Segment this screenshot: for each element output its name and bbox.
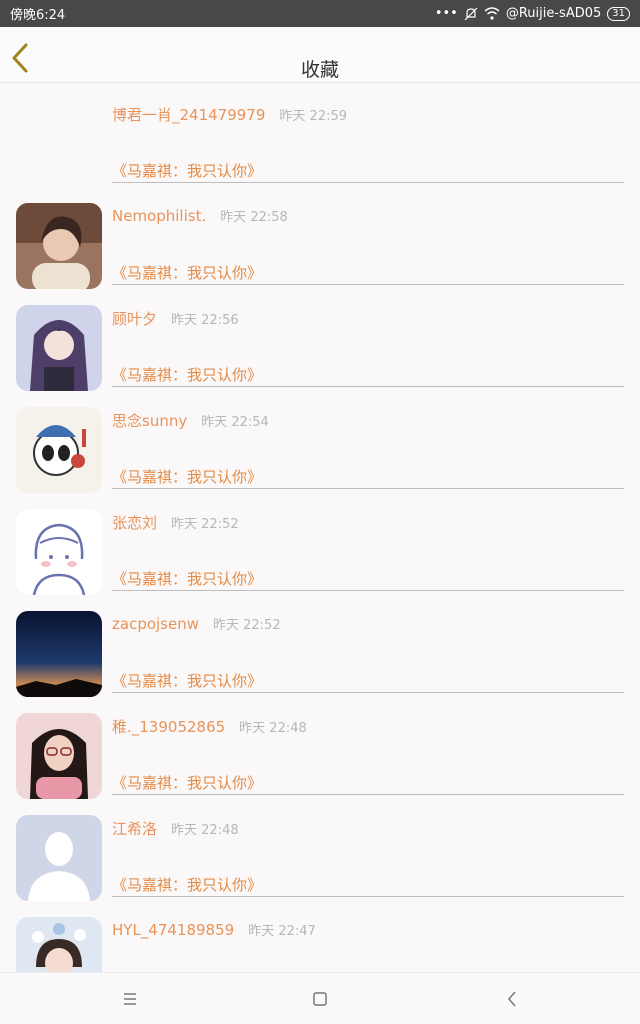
favorites-list[interactable]: 博君一肖_241479979 昨天 22:59 《马嘉祺：我只认你》 Nemoph… xyxy=(0,84,640,972)
avatar[interactable] xyxy=(16,713,102,799)
list-item[interactable]: HYL_474189859 昨天 22:47 xyxy=(0,900,640,972)
post-time: 昨天 22:52 xyxy=(213,618,281,633)
avatar-image xyxy=(16,917,102,972)
item-name-row: Nemophilist. 昨天 22:58 xyxy=(112,206,288,225)
avatar[interactable] xyxy=(16,815,102,901)
post-time: 昨天 22:48 xyxy=(171,823,239,838)
post-time: 昨天 22:47 xyxy=(248,924,316,939)
avatar-image xyxy=(16,611,102,697)
divider xyxy=(112,182,624,183)
wifi-icon xyxy=(484,7,500,20)
post-time: 昨天 22:48 xyxy=(239,721,307,736)
more-dots-icon: ••• xyxy=(434,6,458,21)
status-time: 傍晚6:24 xyxy=(10,8,66,23)
back-icon xyxy=(508,991,516,1007)
user-name[interactable]: Nemophilist. xyxy=(112,207,206,225)
item-name-row: 思念sunny 昨天 22:54 xyxy=(112,410,269,431)
item-name-row: 江希洛 昨天 22:48 xyxy=(112,818,239,839)
list-item[interactable]: 博君一肖_241479979 昨天 22:59 《马嘉祺：我只认你》 xyxy=(0,84,640,186)
item-name-row: HYL_474189859 昨天 22:47 xyxy=(112,920,316,939)
avatar-image xyxy=(16,305,102,391)
post-time: 昨天 22:58 xyxy=(220,210,288,225)
divider xyxy=(112,896,624,897)
story-link[interactable]: 《马嘉祺：我只认你》 xyxy=(112,160,262,181)
list-item[interactable]: Nemophilist. 昨天 22:58 《马嘉祺：我只认你》 xyxy=(0,186,640,289)
list-item[interactable]: 稚._139052865 昨天 22:48 《马嘉祺：我只认你》 xyxy=(0,696,640,799)
mute-bell-icon xyxy=(464,7,478,20)
avatar-image xyxy=(16,509,102,595)
menu-icon xyxy=(124,993,136,1005)
list-item[interactable]: 顾叶夕 昨天 22:56 《马嘉祺：我只认你》 xyxy=(0,288,640,391)
avatar[interactable] xyxy=(16,611,102,697)
post-time: 昨天 22:54 xyxy=(201,415,269,430)
header-bar: 收藏 xyxy=(0,27,640,83)
home-icon xyxy=(313,992,327,1006)
story-link[interactable]: 《马嘉祺：我只认你》 xyxy=(112,262,262,283)
item-name-row: zacpojsenw 昨天 22:52 xyxy=(112,614,281,633)
list-item[interactable]: 张恋刘 昨天 22:52 《马嘉祺：我只认你》 xyxy=(0,492,640,595)
home-button[interactable] xyxy=(308,987,332,1011)
post-time: 昨天 22:52 xyxy=(171,517,239,532)
user-name[interactable]: 稚._139052865 xyxy=(112,718,225,736)
user-name[interactable]: 思念sunny xyxy=(112,412,187,430)
avatar-image xyxy=(16,713,102,799)
post-time: 昨天 22:59 xyxy=(279,109,348,124)
status-bar: 傍晚6:24 ••• @Ruijie-sAD05 31 xyxy=(0,0,640,27)
item-name-row: 博君一肖_241479979 昨天 22:59 xyxy=(112,104,347,125)
page-title: 收藏 xyxy=(300,59,339,81)
item-name-row: 顾叶夕 昨天 22:56 xyxy=(112,308,239,329)
menu-button[interactable] xyxy=(118,987,142,1011)
divider xyxy=(112,794,624,795)
divider xyxy=(112,488,624,489)
story-link[interactable]: 《马嘉祺：我只认你》 xyxy=(112,670,262,691)
battery-icon: 31 xyxy=(607,6,630,21)
user-name[interactable]: HYL_474189859 xyxy=(112,921,234,939)
nav-back-button[interactable] xyxy=(500,987,524,1011)
user-name[interactable]: 张恋刘 xyxy=(112,514,157,532)
divider xyxy=(112,284,624,285)
story-link[interactable]: 《马嘉祺：我只认你》 xyxy=(112,466,262,487)
user-name[interactable]: 博君一肖_241479979 xyxy=(112,106,265,124)
user-name[interactable]: 顾叶夕 xyxy=(112,310,157,328)
list-item[interactable]: 思念sunny 昨天 22:54 《马嘉祺：我只认你》 xyxy=(0,390,640,493)
user-name[interactable]: zacpojsenw xyxy=(112,615,199,633)
avatar[interactable] xyxy=(16,509,102,595)
avatar-image xyxy=(16,407,102,493)
status-right: ••• @Ruijie-sAD05 31 xyxy=(435,6,630,21)
divider xyxy=(112,386,624,387)
item-name-row: 张恋刘 昨天 22:52 xyxy=(112,512,239,533)
divider xyxy=(112,692,624,693)
avatar[interactable] xyxy=(16,305,102,391)
user-name[interactable]: 江希洛 xyxy=(112,820,157,838)
item-name-row: 稚._139052865 昨天 22:48 xyxy=(112,716,307,737)
list-item[interactable]: 江希洛 昨天 22:48 《马嘉祺：我只认你》 xyxy=(0,798,640,901)
avatar[interactable] xyxy=(16,917,102,972)
story-link[interactable]: 《马嘉祺：我只认你》 xyxy=(112,568,262,589)
network-name: @Ruijie-sAD05 xyxy=(505,6,602,21)
system-nav-bar xyxy=(0,972,640,1024)
divider xyxy=(112,590,624,591)
avatar-image xyxy=(16,203,102,289)
list-item[interactable]: zacpojsenw 昨天 22:52 《马嘉祺：我只认你》 xyxy=(0,594,640,697)
story-link[interactable]: 《马嘉祺：我只认你》 xyxy=(112,364,262,385)
avatar[interactable] xyxy=(16,203,102,289)
avatar[interactable] xyxy=(16,407,102,493)
story-link[interactable]: 《马嘉祺：我只认你》 xyxy=(112,874,262,895)
post-time: 昨天 22:56 xyxy=(171,313,239,328)
story-link[interactable]: 《马嘉祺：我只认你》 xyxy=(112,772,262,793)
avatar-image xyxy=(16,815,102,901)
